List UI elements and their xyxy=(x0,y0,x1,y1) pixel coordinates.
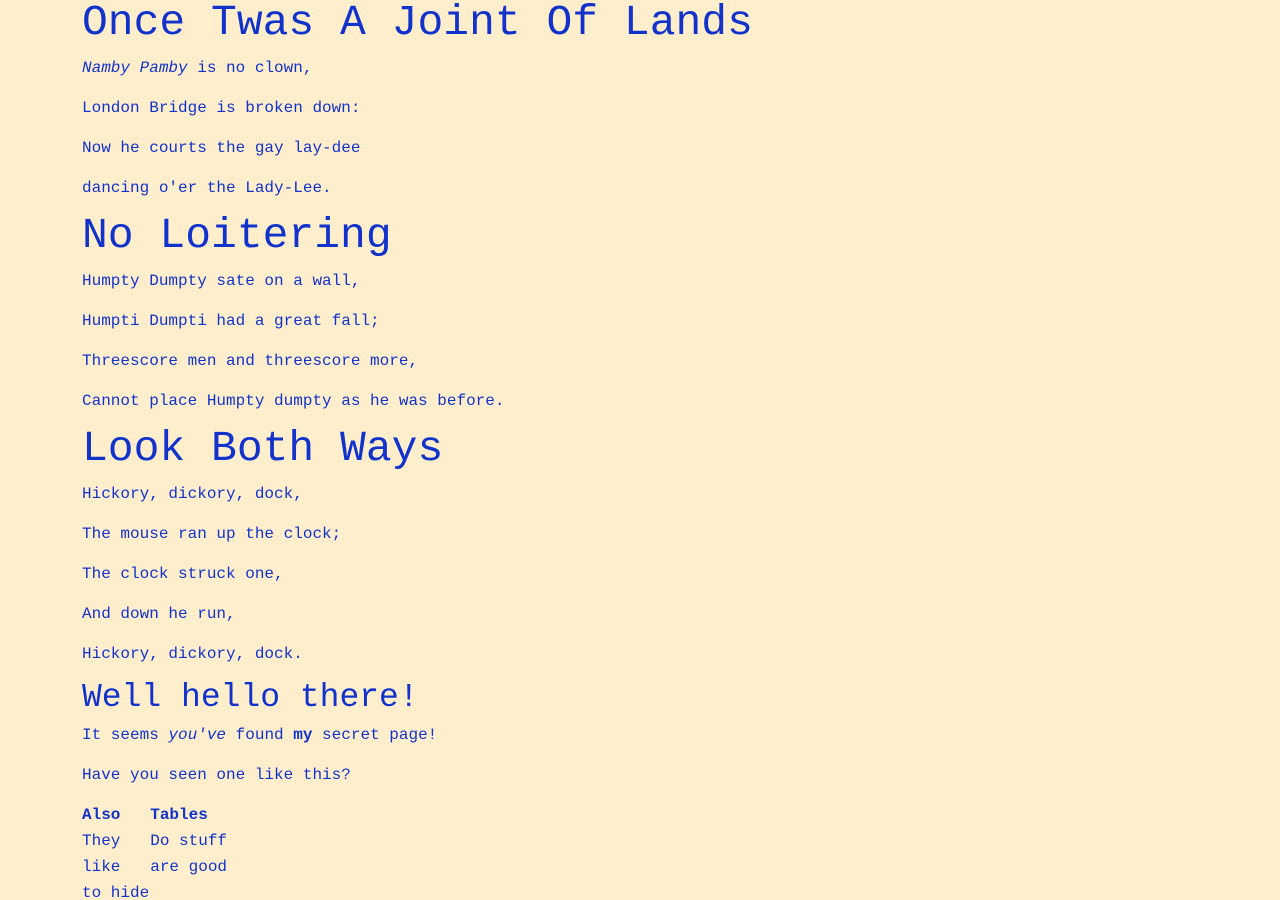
section-title-joint-of-lands: Once Twas A Joint Of Lands xyxy=(82,0,753,47)
verse-line: Cannot place Humpty dumpty as he was bef… xyxy=(82,392,505,410)
verse-line: dancing o'er the Lady-Lee. xyxy=(82,179,332,197)
verse-line: Hickory, dickory, dock. xyxy=(82,645,303,663)
table-cell xyxy=(150,880,227,900)
secret-page-question: Have you seen one like this? xyxy=(82,766,351,784)
paragraph-text: It seems xyxy=(82,726,169,744)
verse-line: Humpti Dumpti had a great fall; xyxy=(82,312,380,330)
page-content: Once Twas A Joint Of Lands Namby Pamby i… xyxy=(82,0,1232,900)
table-row: They Do stuff xyxy=(82,828,227,853)
emphasized-word: you've xyxy=(168,726,227,744)
table-cell: to hide xyxy=(82,883,150,900)
verse-line: And down he run, xyxy=(82,605,236,623)
secret-page-paragraph: It seems you've found my secret page! xyxy=(82,725,1232,745)
table-header-cell: Also xyxy=(82,805,121,824)
table-cell: They xyxy=(82,831,121,850)
verse-line: Humpty Dumpty sate on a wall, xyxy=(82,272,361,290)
verse-line-text: is no clown, xyxy=(187,59,313,77)
table-header-row: Also Tables xyxy=(82,802,227,827)
table-header-cell: Tables xyxy=(150,805,208,824)
verse-line: Hickory, dickory, dock, xyxy=(82,485,303,503)
secret-table: Also Tables They Do stuff like are good … xyxy=(81,801,228,900)
table-row: like are good xyxy=(82,854,227,879)
paragraph-text: found xyxy=(226,726,294,744)
paragraph-text: secret page! xyxy=(312,726,438,744)
verse-line: Now he courts the gay lay-dee xyxy=(82,139,361,157)
strong-word: my xyxy=(293,726,313,744)
emphasized-name: Namby Pamby xyxy=(82,59,188,77)
table-cell: are good xyxy=(150,857,228,876)
table-row: to hide xyxy=(82,880,227,900)
table-cell: Do stuff xyxy=(150,831,228,850)
secret-page-title: Well hello there! xyxy=(82,679,419,716)
verse-line: London Bridge is broken down: xyxy=(82,99,361,117)
section-title-look-both-ways: Look Both Ways xyxy=(82,424,444,473)
table-cell: like xyxy=(82,857,121,876)
verse-line: The clock struck one, xyxy=(82,565,284,583)
verse-line: The mouse ran up the clock; xyxy=(82,525,342,543)
verse-line: Threescore men and threescore more, xyxy=(82,352,419,370)
verse-line: Namby Pamby is no clown, xyxy=(82,58,1232,78)
section-title-no-loitering: No Loitering xyxy=(82,211,392,260)
